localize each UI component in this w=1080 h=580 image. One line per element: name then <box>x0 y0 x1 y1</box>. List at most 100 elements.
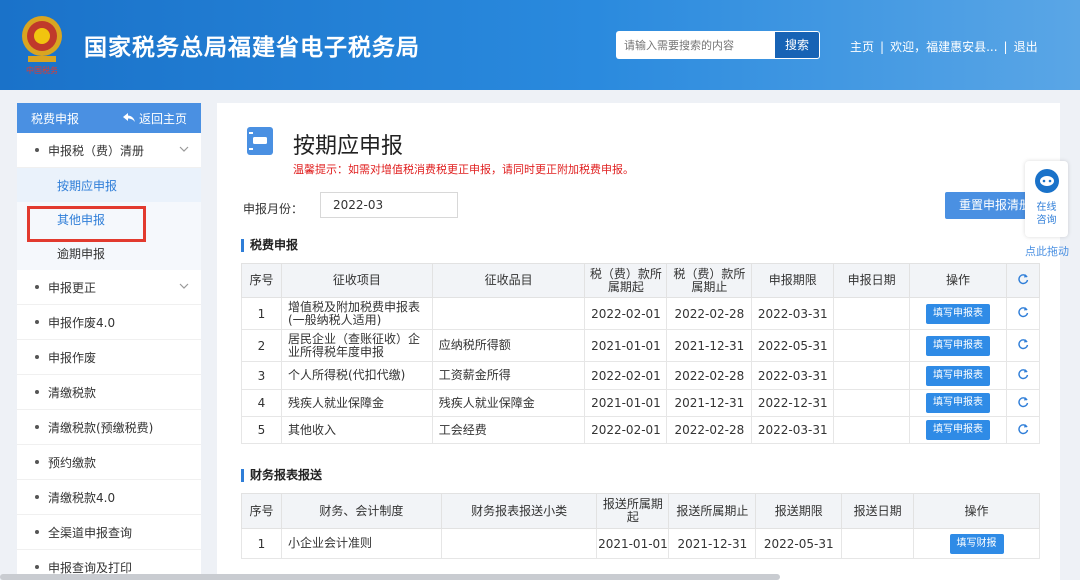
declare-date-cell <box>833 297 911 330</box>
back-home-link[interactable]: 返回主页 <box>122 110 187 127</box>
refresh-icon[interactable] <box>1017 338 1029 350</box>
tax-emblem-logo: 中国税务 <box>22 16 62 75</box>
nav-welcome-text[interactable]: 欢迎，福建惠安县... <box>890 40 997 54</box>
period-field[interactable]: 2022-03 <box>320 192 458 218</box>
consult-label-2: 咨询 <box>1036 215 1057 226</box>
deadline-cell: 2022-03-31 <box>751 361 835 390</box>
nav-separator: | <box>880 40 885 54</box>
fill-declaration-button[interactable]: 填写申报表 <box>926 365 990 386</box>
tax-item-cell: 残疾人就业保障金 <box>280 389 433 417</box>
declare-date-cell <box>833 361 911 390</box>
table-row: 4 残疾人就业保障金 残疾人就业保障金 2021-01-01 2021-12-3… <box>241 389 1041 417</box>
refresh-icon[interactable] <box>1017 273 1029 285</box>
refresh-cell <box>1005 297 1041 330</box>
deadline-cell: 2022-12-31 <box>751 389 835 417</box>
nav-logout-link[interactable]: 退出 <box>1014 40 1038 54</box>
drag-hint-link[interactable]: 点此拖动 <box>1025 243 1069 259</box>
fill-declaration-button[interactable]: 填写申报表 <box>926 393 990 413</box>
back-home-label: 返回主页 <box>138 111 187 126</box>
sidebar-item-omni-query[interactable]: 全渠道申报查询 <box>17 515 201 550</box>
top-nav: 主页 | 欢迎，福建惠安县... | 退出 <box>850 38 1038 55</box>
sidebar-item-label: 申报作废 <box>48 350 97 365</box>
column-header: 报送所属期止 <box>668 493 757 529</box>
action-cell: 填写申报表 <box>909 361 1007 390</box>
chat-bubble-icon <box>1034 169 1059 193</box>
sidebar-item-label: 申报查询及打印 <box>48 560 133 575</box>
period-label: 申报月份： <box>243 202 304 216</box>
bullet-dot <box>35 460 39 464</box>
column-header: 操作 <box>913 493 1040 529</box>
online-consult-widget[interactable]: 在线 咨询 <box>1025 161 1068 237</box>
report-subtype-cell <box>440 528 598 559</box>
sidebar-item-void-4[interactable]: 申报作废4.0 <box>17 305 201 340</box>
sidebar-item-scheduled-pay[interactable]: 预约缴款 <box>17 445 201 480</box>
table-row: 1 增值税及附加税费申报表(一般纳税人适用) 2022-02-01 2022-0… <box>241 297 1041 330</box>
period-end-cell: 2021-12-31 <box>668 528 757 559</box>
search-button[interactable]: 搜索 <box>774 31 820 59</box>
highlight-annotation-box <box>27 206 146 242</box>
sidebar: 税费申报 返回主页 申报税（费）清册 按期应申报 其他申报 逾期申报 申报更正 … <box>17 103 201 580</box>
period-end-cell: 2021-12-31 <box>666 329 753 362</box>
bullet-dot <box>35 355 39 359</box>
page-title: 按期应申报 <box>293 134 404 159</box>
search-input[interactable] <box>616 31 774 59</box>
column-header: 税（费）款所属期起 <box>584 263 668 298</box>
tax-sub-cell: 应纳税所得额 <box>431 329 586 362</box>
bullet-dot <box>35 148 39 152</box>
fill-declaration-button[interactable]: 填写申报表 <box>926 420 990 440</box>
fill-declaration-button[interactable]: 填写申报表 <box>926 303 990 324</box>
action-cell: 填写申报表 <box>909 389 1007 417</box>
column-header: 财务、会计制度 <box>280 493 442 529</box>
tax-item-cell: 增值税及附加税费申报表(一般纳税人适用) <box>280 297 433 330</box>
sidebar-item-label: 申报作废4.0 <box>48 315 116 330</box>
refresh-all-cell[interactable] <box>1005 263 1041 298</box>
action-cell: 填写申报表 <box>909 297 1007 330</box>
period-start-cell: 2021-01-01 <box>596 528 670 559</box>
bullet-dot <box>35 495 39 499</box>
refresh-cell <box>1005 416 1041 444</box>
column-header: 征收品目 <box>431 263 586 298</box>
period-start-cell: 2021-01-01 <box>584 389 668 417</box>
sidebar-item-correction[interactable]: 申报更正 <box>17 270 201 305</box>
table-row: 5 其他收入 工会经费 2022-02-01 2022-02-28 2022-0… <box>241 416 1041 444</box>
refresh-icon[interactable] <box>1017 423 1029 435</box>
submit-date-cell <box>841 528 915 559</box>
nav-separator: | <box>1003 40 1008 54</box>
tax-item-cell: 居民企业（查账征收）企业所得税年度申报 <box>280 329 433 362</box>
column-header: 财务报表报送小类 <box>440 493 598 529</box>
financial-section-title: 财务报表报送 <box>241 469 322 482</box>
top-header: 中国税务 国家税务总局福建省电子税务局 搜索 主页 | 欢迎，福建惠安县... | 退出 <box>0 0 1080 90</box>
refresh-icon[interactable] <box>1017 306 1029 318</box>
sidebar-item-label: 全渠道申报查询 <box>48 525 133 540</box>
sidebar-sub-scheduled[interactable]: 按期应申报 <box>17 168 201 202</box>
action-cell: 填写申报表 <box>909 329 1007 362</box>
period-start-cell: 2022-02-01 <box>584 361 668 390</box>
column-header: 征收项目 <box>280 263 433 298</box>
refresh-cell <box>1005 361 1041 390</box>
sidebar-item-declare-list[interactable]: 申报税（费）清册 <box>17 133 201 168</box>
column-header: 报送期限 <box>755 493 843 529</box>
bullet-dot <box>35 285 39 289</box>
sidebar-item-label: 申报更正 <box>48 280 97 295</box>
site-title: 国家税务总局福建省电子税务局 <box>84 35 420 61</box>
sidebar-item-pay-prepaid[interactable]: 清缴税款(预缴税费) <box>17 410 201 445</box>
sidebar-item-pay-tax[interactable]: 清缴税款 <box>17 375 201 410</box>
refresh-icon[interactable] <box>1017 396 1029 408</box>
sidebar-item-pay-4[interactable]: 清缴税款4.0 <box>17 480 201 515</box>
refresh-cell <box>1005 329 1041 362</box>
tax-declare-table: 序号 征收项目 征收品目 税（费）款所属期起 税（费）款所属期止 申报期限 申报… <box>241 263 1041 444</box>
fill-declaration-button[interactable]: 填写申报表 <box>926 335 990 356</box>
fill-financial-report-button[interactable]: 填写财报 <box>949 533 1004 554</box>
bullet-dot <box>35 425 39 429</box>
period-start-cell: 2022-02-01 <box>584 416 668 444</box>
sidebar-item-void[interactable]: 申报作废 <box>17 340 201 375</box>
nav-home-link[interactable]: 主页 <box>850 40 874 54</box>
declare-date-cell <box>833 389 911 417</box>
tax-sub-cell: 残疾人就业保障金 <box>431 389 586 417</box>
refresh-icon[interactable] <box>1017 368 1029 380</box>
chevron-down-icon <box>179 146 189 152</box>
declare-page-icon <box>247 127 273 155</box>
column-header: 申报日期 <box>833 263 911 298</box>
row-number: 4 <box>241 389 282 417</box>
horizontal-scrollbar[interactable] <box>0 574 780 580</box>
